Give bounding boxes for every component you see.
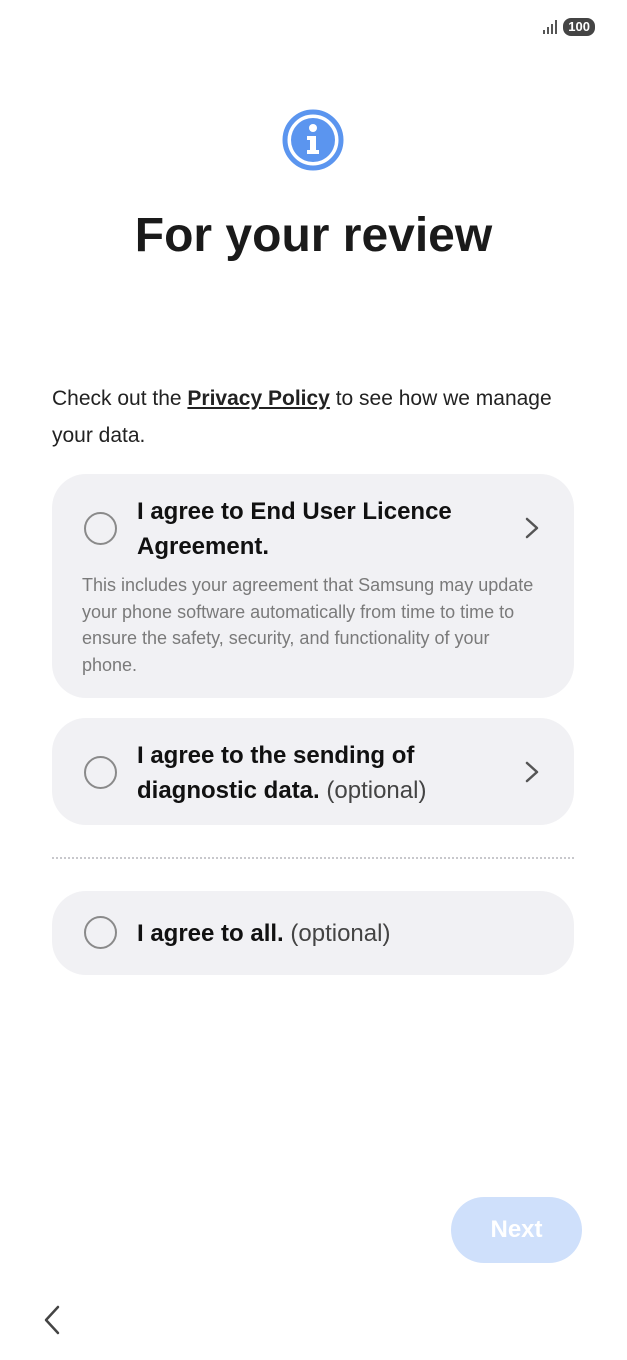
agree-all-label: I agree to all. (optional) xyxy=(137,916,507,951)
dotted-divider xyxy=(52,857,574,859)
chevron-right-icon[interactable] xyxy=(522,514,542,542)
eula-radio-button[interactable] xyxy=(84,512,117,545)
diagnostic-radio-button[interactable] xyxy=(84,756,117,789)
agree-all-radio-button[interactable] xyxy=(84,916,117,949)
status-bar: 100 xyxy=(543,18,595,36)
eula-agreement-label: I agree to End User Licence Agreement. xyxy=(137,498,452,560)
intro-prefix: Check out the xyxy=(52,387,188,410)
signal-bars-icon xyxy=(543,20,558,34)
chevron-right-icon[interactable] xyxy=(522,758,542,786)
eula-agreement-card[interactable]: I agree to End User Licence Agreement. T… xyxy=(52,474,574,698)
agree-all-label-text: I agree to all. xyxy=(137,920,284,947)
eula-agreement-description: This includes your agreement that Samsun… xyxy=(82,575,534,675)
back-arrow-icon[interactable] xyxy=(36,1303,70,1337)
diagnostic-data-card[interactable]: I agree to the sending of diagnostic dat… xyxy=(52,718,574,825)
optional-tag: (optional) xyxy=(290,920,391,947)
info-icon xyxy=(282,109,344,171)
battery-badge: 100 xyxy=(563,18,595,36)
agree-all-card[interactable]: I agree to all. (optional) xyxy=(52,891,574,975)
next-button[interactable]: Next xyxy=(451,1197,582,1263)
optional-tag: (optional) xyxy=(326,777,427,804)
page-title: For your review xyxy=(134,209,493,262)
intro-text: Check out the Privacy Policy to see how … xyxy=(52,380,572,454)
privacy-policy-link[interactable]: Privacy Policy xyxy=(187,387,329,410)
diagnostic-agreement-label: I agree to the sending of diagnostic dat… xyxy=(137,738,507,808)
